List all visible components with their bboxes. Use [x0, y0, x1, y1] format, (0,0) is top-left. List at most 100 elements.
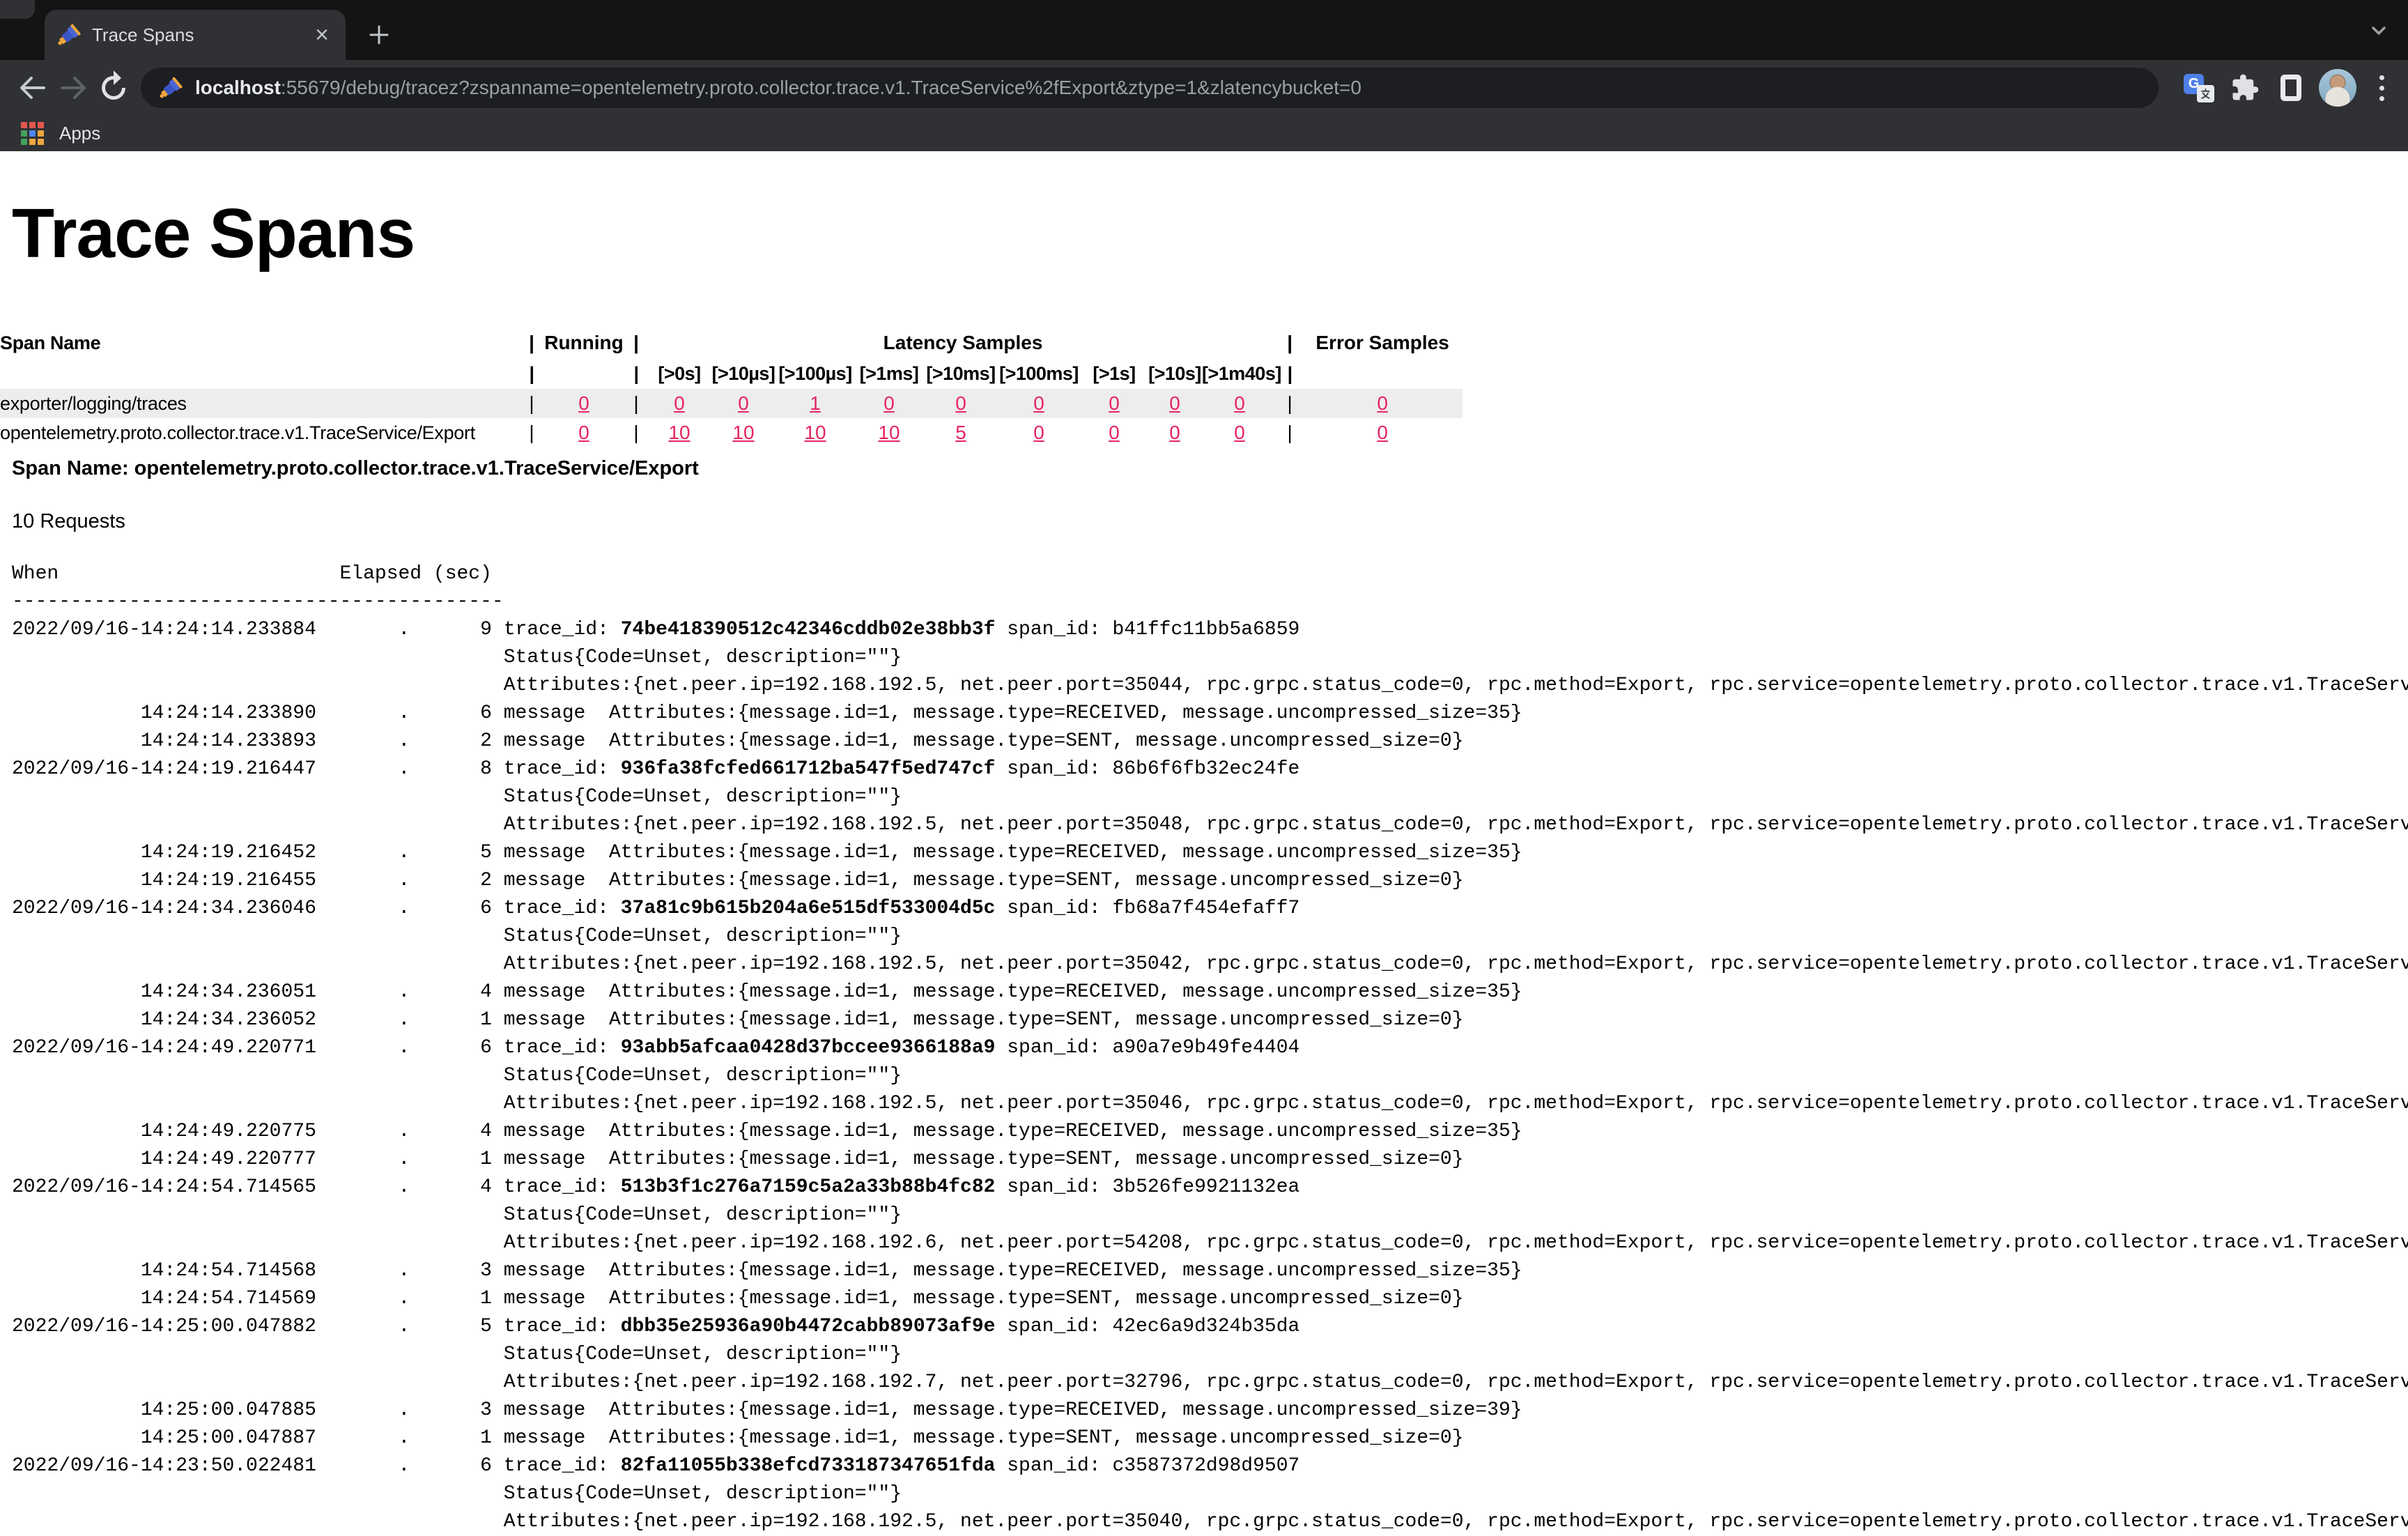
puzzle-icon: [2230, 73, 2260, 102]
log-line: Status{Code=Unset, description=""}: [12, 1201, 2408, 1229]
sample-count-link[interactable]: 0: [1377, 392, 1388, 414]
log-line: 14:24:19.216455 . 2 message Attributes:{…: [12, 867, 2408, 895]
log-line: 2022/09/16-14:23:50.022481 . 6 trace_id:…: [12, 1452, 2408, 1480]
sample-count-link[interactable]: 1: [810, 392, 821, 414]
sample-count-link[interactable]: 0: [1377, 422, 1388, 443]
summary-body: exporter/logging/traces|0|001000000|0ope…: [0, 389, 1462, 447]
bucket-label: [>100µs]: [777, 358, 854, 389]
extensions-button[interactable]: [2225, 68, 2264, 107]
sample-count-link[interactable]: 10: [804, 422, 826, 443]
sample-count-link[interactable]: 0: [883, 392, 895, 414]
log-line: 14:24:19.216452 . 5 message Attributes:{…: [12, 839, 2408, 867]
translate-icon: G: [2184, 72, 2214, 103]
col-error-samples: Error Samples: [1302, 328, 1462, 358]
reload-button[interactable]: [93, 68, 134, 108]
log-line: Attributes:{net.peer.ip=192.168.192.6, n…: [12, 1229, 2408, 1257]
sample-count-link[interactable]: 0: [738, 392, 749, 414]
summary-header-row: Span Name | Running | Latency Samples | …: [0, 328, 1462, 358]
log-line: Status{Code=Unset, description=""}: [12, 644, 2408, 672]
log-line: 14:25:00.047887 . 1 message Attributes:{…: [12, 1424, 2408, 1452]
forward-button[interactable]: [53, 68, 93, 108]
bucket-label: [>10µs]: [710, 358, 777, 389]
page-title: Trace Spans: [12, 194, 2408, 272]
sample-count-link[interactable]: 0: [1109, 392, 1120, 414]
log-line: 14:24:34.236052 . 1 message Attributes:{…: [12, 1006, 2408, 1034]
bucket-label: [>0s]: [649, 358, 710, 389]
apps-grid-icon[interactable]: [21, 122, 44, 145]
chevron-down-icon: [2365, 17, 2393, 45]
browser-menu-button[interactable]: [2368, 75, 2395, 101]
summary-row: exporter/logging/traces|0|001000000|0: [0, 389, 1462, 418]
log-line: Status{Code=Unset, description=""}: [12, 1480, 2408, 1508]
log-line: ----------------------------------------…: [12, 588, 2408, 616]
log-line: Attributes:{net.peer.ip=192.168.192.5, n…: [12, 1508, 2408, 1536]
back-button[interactable]: [13, 68, 53, 108]
column-divider: |: [624, 358, 649, 389]
apps-bookmark[interactable]: Apps: [59, 123, 100, 144]
url-path: :55679/debug/tracez?zspanname=openteleme…: [281, 77, 1361, 99]
profile-avatar[interactable]: [2319, 69, 2356, 107]
column-divider: |: [1277, 389, 1302, 418]
sample-count-link[interactable]: 0: [674, 392, 685, 414]
log-line: Attributes:{net.peer.ip=192.168.192.5, n…: [12, 951, 2408, 978]
log-line: 2022/09/16-14:24:34.236046 . 6 trace_id:…: [12, 895, 2408, 923]
sample-count-link[interactable]: 0: [1109, 422, 1120, 443]
selected-span-name: Span Name: opentelemetry.proto.collector…: [12, 454, 2408, 482]
tab-close-icon[interactable]: ×: [311, 23, 333, 47]
column-divider: |: [624, 389, 649, 418]
new-tab-button[interactable]: [360, 15, 399, 54]
tab-title: Trace Spans: [92, 24, 311, 46]
bookmarks-bar: Apps: [0, 116, 2408, 151]
kebab-dot: [2379, 75, 2384, 80]
bucket-label: [>1ms]: [854, 358, 925, 389]
log-line: 2022/09/16-14:24:14.233884 . 9 trace_id:…: [12, 616, 2408, 644]
column-divider: |: [519, 328, 544, 358]
column-divider: |: [519, 418, 544, 447]
sample-count-link[interactable]: 0: [1169, 422, 1180, 443]
span-summary-table: Span Name | Running | Latency Samples | …: [0, 328, 1462, 447]
sample-count-link[interactable]: 10: [878, 422, 900, 443]
tab-overflow-button[interactable]: [2365, 17, 2393, 48]
side-panel-button[interactable]: [2271, 68, 2310, 107]
sample-count-link[interactable]: 0: [578, 392, 589, 414]
sample-count-link[interactable]: 0: [1234, 422, 1245, 443]
bucket-label: [>100ms]: [997, 358, 1081, 389]
browser-tab[interactable]: Trace Spans ×: [45, 10, 346, 60]
sample-count-link[interactable]: 0: [955, 392, 966, 414]
sample-count-link[interactable]: 0: [1033, 392, 1044, 414]
column-divider: |: [519, 389, 544, 418]
span-name-cell: exporter/logging/traces: [0, 389, 519, 418]
sample-count-link[interactable]: 10: [668, 422, 690, 443]
column-divider: |: [519, 358, 544, 389]
url-host: localhost: [195, 77, 281, 99]
col-span-name: Span Name: [0, 328, 519, 358]
sample-count-link[interactable]: 5: [955, 422, 966, 443]
column-divider: |: [1277, 328, 1302, 358]
log-line: Status{Code=Unset, description=""}: [12, 923, 2408, 951]
log-line: Status{Code=Unset, description=""}: [12, 783, 2408, 811]
sample-count-link[interactable]: 0: [1033, 422, 1044, 443]
bucket-header-row: | | [>0s] [>10µs] [>100µs] [>1ms] [>10ms…: [0, 358, 1462, 389]
bucket-label: [>10s]: [1148, 358, 1202, 389]
url-bar[interactable]: localhost:55679/debug/tracez?zspanname=o…: [141, 68, 2159, 108]
translate-button[interactable]: G: [2179, 68, 2218, 107]
sample-count-link[interactable]: 0: [1169, 392, 1180, 414]
back-arrow-icon: [15, 70, 51, 106]
log-line: 14:25:00.047885 . 3 message Attributes:{…: [12, 1397, 2408, 1424]
log-line: 2022/09/16-14:24:54.714565 . 4 trace_id:…: [12, 1174, 2408, 1201]
kebab-dot: [2379, 86, 2384, 91]
sample-count-link[interactable]: 0: [1234, 392, 1245, 414]
log-line: 14:24:34.236051 . 4 message Attributes:{…: [12, 978, 2408, 1006]
bucket-label: [>1s]: [1081, 358, 1148, 389]
log-line: 2022/09/16-14:24:49.220771 . 6 trace_id:…: [12, 1034, 2408, 1062]
request-count: 10 Requests: [12, 507, 2408, 535]
log-line: Status{Code=Unset, description=""}: [12, 1341, 2408, 1369]
log-line: 2022/09/16-14:25:00.047882 . 5 trace_id:…: [12, 1313, 2408, 1341]
summary-row: opentelemetry.proto.collector.trace.v1.T…: [0, 418, 1462, 447]
browser-toolbar: localhost:55679/debug/tracez?zspanname=o…: [0, 60, 2408, 116]
sample-count-link[interactable]: 10: [732, 422, 754, 443]
plus-icon: [367, 23, 391, 47]
log-line: Attributes:{net.peer.ip=192.168.192.5, n…: [12, 1090, 2408, 1118]
kebab-dot: [2379, 96, 2384, 101]
sample-count-link[interactable]: 0: [578, 422, 589, 443]
